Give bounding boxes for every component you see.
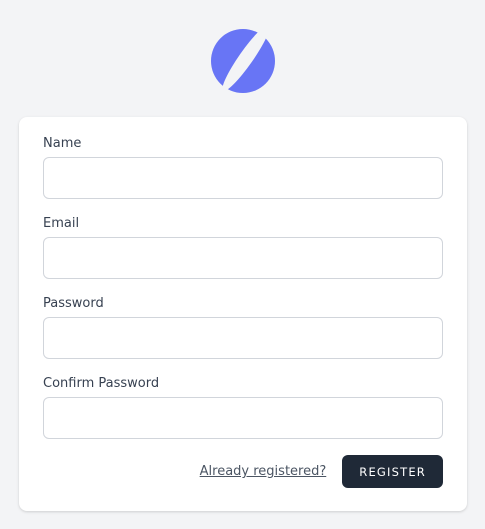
form-actions: Already registered? REGISTER <box>43 455 443 488</box>
confirm-password-field-group: Confirm Password <box>43 375 443 439</box>
confirm-password-input[interactable] <box>43 397 443 439</box>
name-input[interactable] <box>43 157 443 199</box>
app-logo[interactable] <box>210 28 276 94</box>
name-field-group: Name <box>43 135 443 199</box>
already-registered-link[interactable]: Already registered? <box>200 464 327 479</box>
register-button[interactable]: REGISTER <box>342 455 443 488</box>
password-field-group: Password <box>43 295 443 359</box>
email-field-group: Email <box>43 215 443 279</box>
email-label: Email <box>43 216 80 231</box>
password-label: Password <box>43 296 104 311</box>
register-card: Name Email Password Confirm Password Alr… <box>19 117 467 511</box>
email-input[interactable] <box>43 237 443 279</box>
name-label: Name <box>43 136 82 151</box>
planet-logo-icon <box>211 29 275 93</box>
confirm-password-label: Confirm Password <box>43 376 160 391</box>
password-input[interactable] <box>43 317 443 359</box>
register-form: Name Email Password Confirm Password Alr… <box>43 135 443 488</box>
